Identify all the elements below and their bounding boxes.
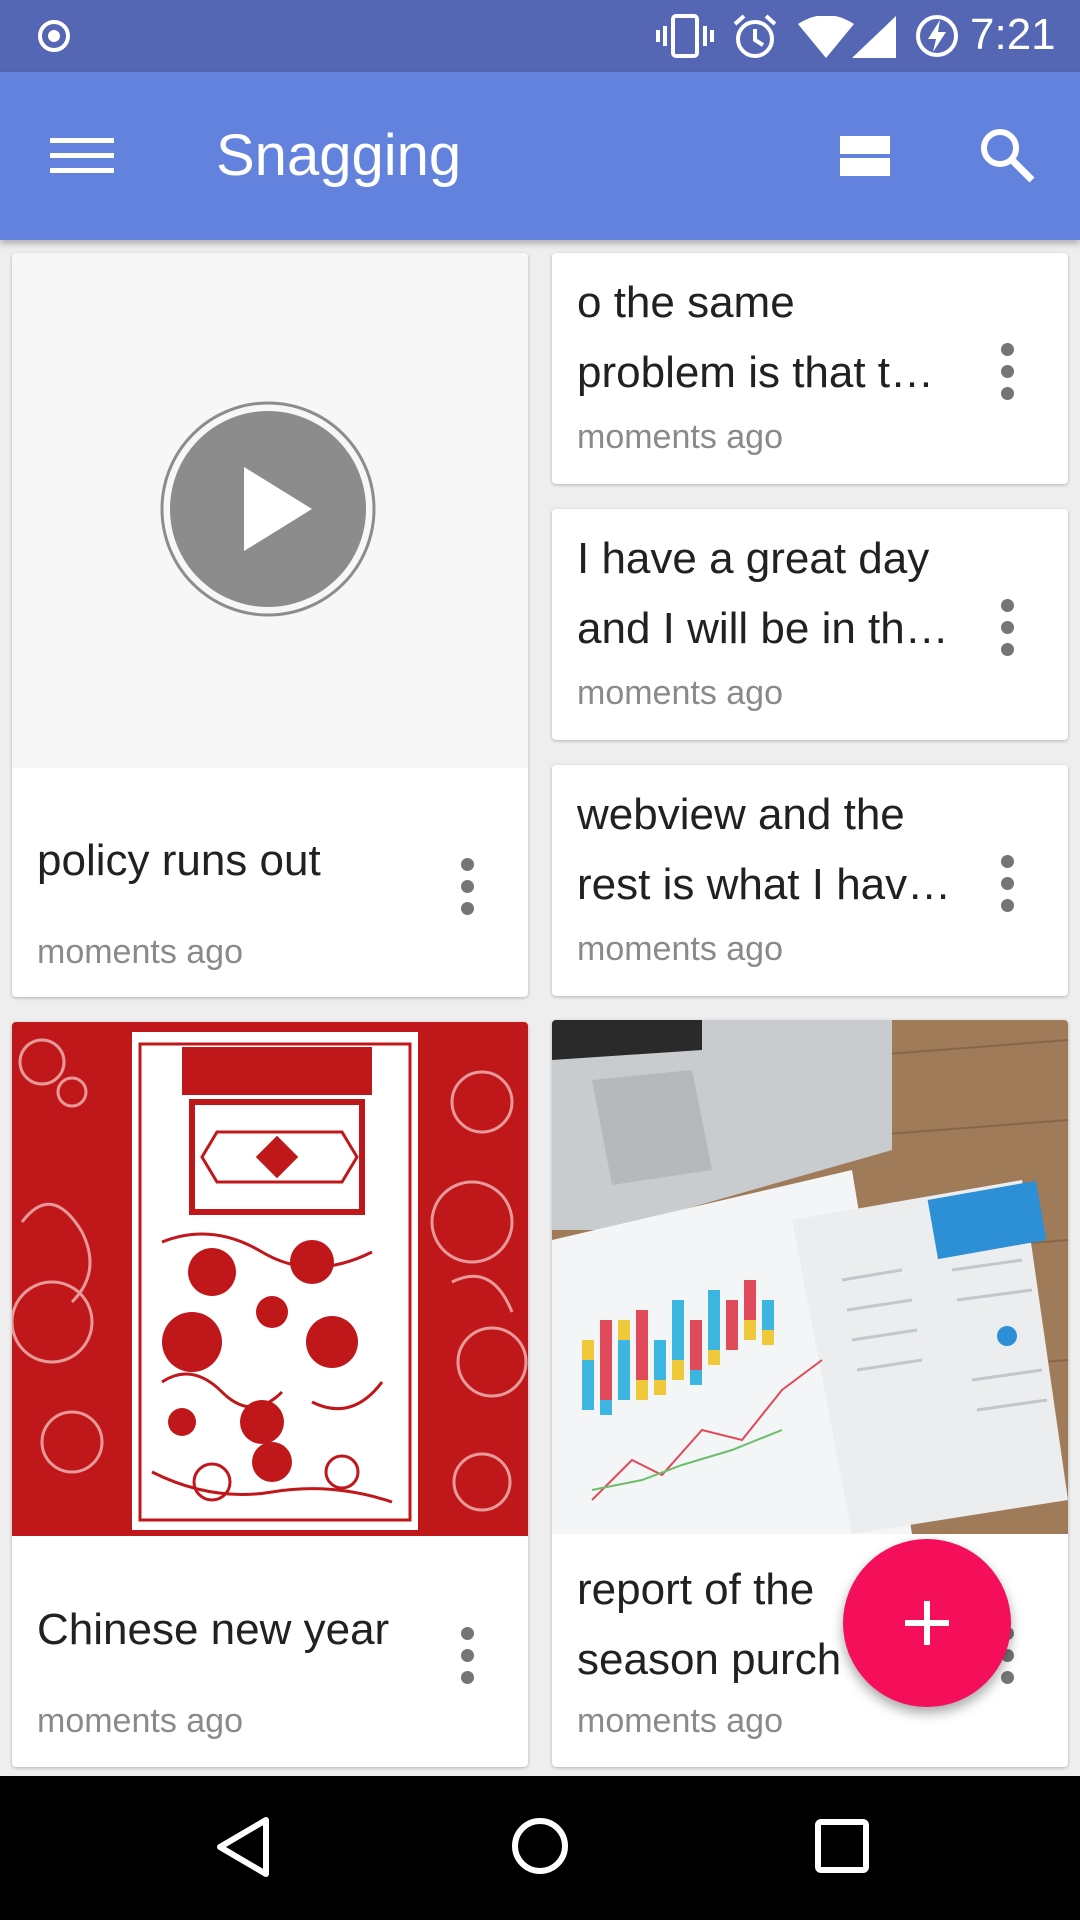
note-title: Chinese new year (37, 1605, 390, 1654)
note-timestamp: moments ago (577, 1702, 783, 1740)
vibrate-icon (656, 14, 714, 58)
wifi-icon (798, 16, 854, 58)
home-icon[interactable] (510, 1816, 570, 1876)
note-card-video[interactable]: policy runs out moments ago (12, 253, 528, 997)
menu-icon[interactable] (50, 132, 114, 180)
add-note-button[interactable] (843, 1539, 1011, 1707)
note-card[interactable]: I have a great day and I will be in th… … (552, 509, 1068, 740)
navigation-bar (0, 1776, 1080, 1920)
back-icon[interactable] (212, 1814, 272, 1880)
note-text: I have a great day and I will be in th… (577, 524, 968, 664)
note-image[interactable] (12, 1022, 528, 1536)
note-timestamp: moments ago (577, 418, 783, 456)
signal-icon (852, 16, 896, 58)
play-icon[interactable] (160, 401, 376, 617)
status-bar: 7:21 (0, 0, 1080, 72)
note-card[interactable]: webview and the rest is what I hav… mome… (552, 765, 1068, 996)
note-text-line: webview and the (577, 790, 905, 839)
page-title: Snagging (216, 123, 462, 188)
note-text: webview and the rest is what I hav… (577, 780, 968, 920)
note-text: o the same problem is that t… (577, 268, 968, 408)
note-text-line: I have a great day (577, 534, 930, 583)
note-card-image[interactable]: Chinese new year moments ago (12, 1022, 528, 1767)
record-icon (38, 20, 70, 52)
note-text-line: rest is what I hav… (577, 860, 952, 909)
note-timestamp: moments ago (37, 1702, 243, 1740)
note-card[interactable]: o the same problem is that t… moments ag… (552, 253, 1068, 484)
more-options-icon[interactable] (452, 1627, 482, 1687)
more-options-icon[interactable] (992, 855, 1022, 915)
note-timestamp: moments ago (577, 930, 783, 968)
note-timestamp: moments ago (577, 674, 783, 712)
more-options-icon[interactable] (992, 343, 1022, 403)
note-image[interactable] (552, 1020, 1068, 1534)
alarm-icon (733, 14, 777, 58)
note-text-line: problem is that t… (577, 348, 935, 397)
note-title: policy runs out (37, 836, 321, 885)
plus-icon (924, 1601, 930, 1645)
more-options-icon[interactable] (992, 599, 1022, 659)
video-thumbnail[interactable] (12, 253, 528, 768)
search-icon[interactable] (978, 126, 1036, 184)
note-text-line: and I will be in th… (577, 604, 949, 653)
app-bar: Snagging (0, 72, 1080, 240)
more-options-icon[interactable] (452, 858, 482, 918)
view-toggle-icon[interactable] (838, 132, 892, 180)
battery-charging-icon (916, 15, 958, 57)
recents-icon[interactable] (814, 1818, 870, 1874)
status-time: 7:21 (970, 10, 1056, 59)
note-text-line: o the same (577, 278, 795, 327)
note-timestamp: moments ago (37, 933, 243, 971)
